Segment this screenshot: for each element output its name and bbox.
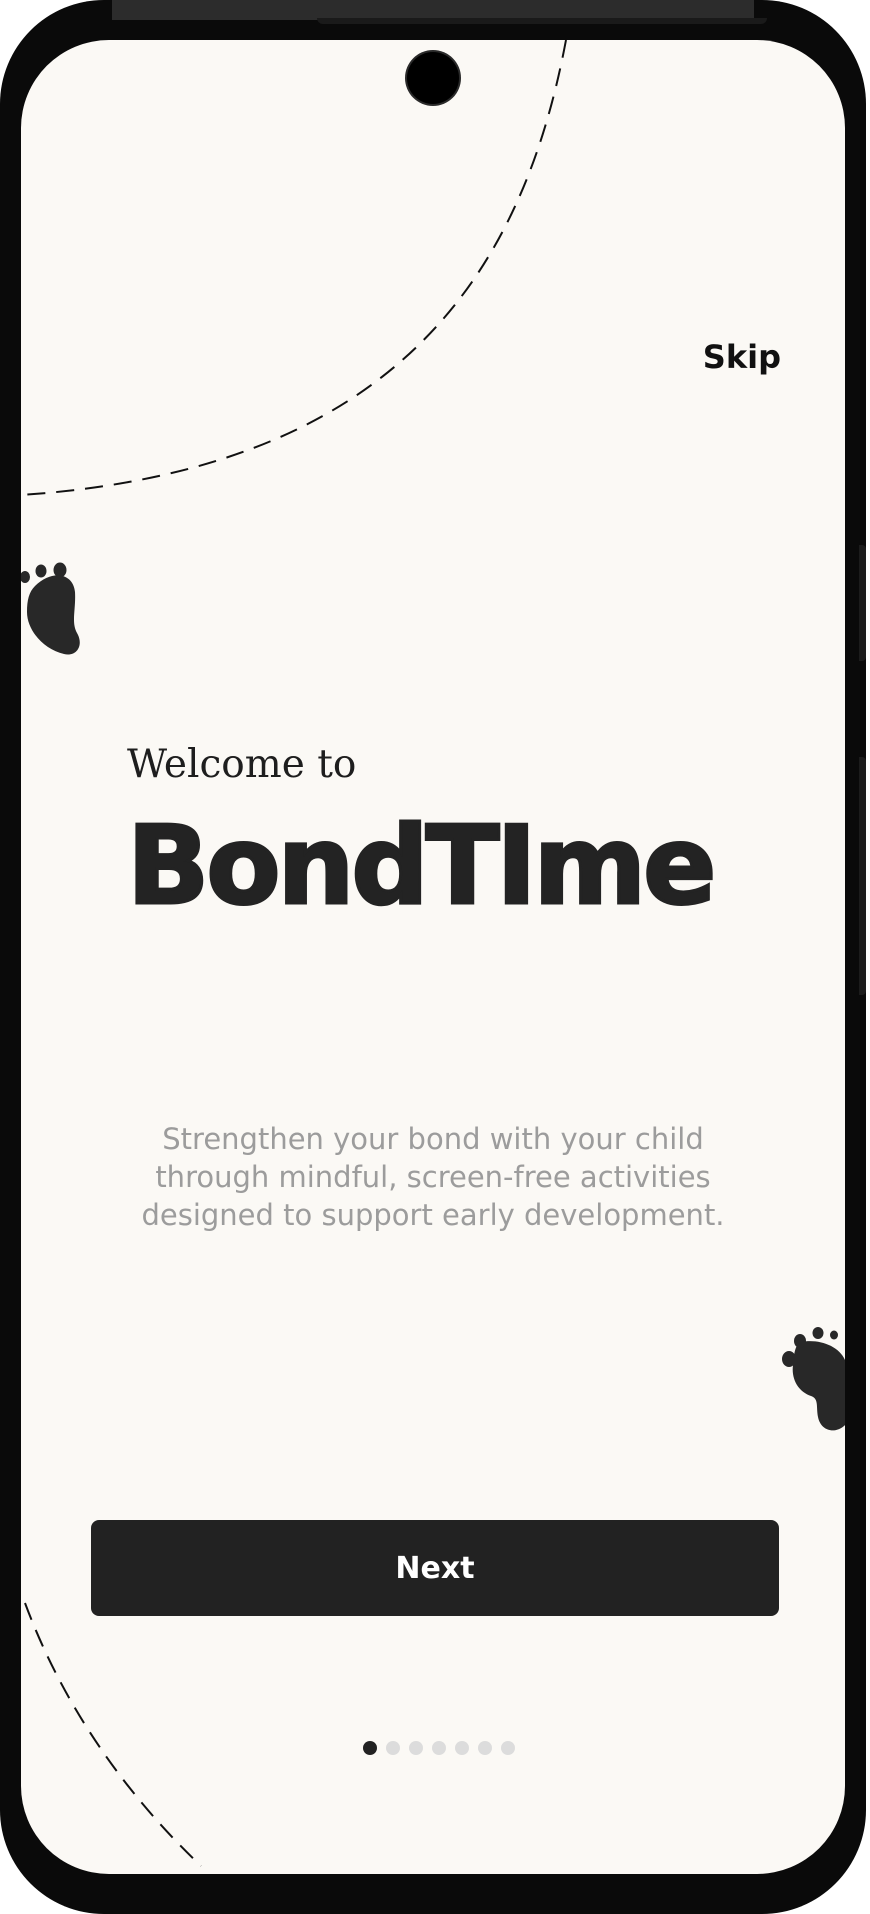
welcome-heading: Welcome to [127,742,357,787]
phone-frame: Skip Welcome to BondTIme Strengthen your… [0,0,866,1914]
power-button [859,545,866,661]
front-camera [407,52,459,104]
page-dot[interactable] [385,1741,400,1755]
footprint-icon [782,1327,845,1431]
page-dot[interactable] [431,1741,446,1755]
page-dot[interactable] [477,1741,492,1755]
next-button[interactable]: Next [91,1520,779,1616]
app-title: BondTIme [125,804,717,929]
phone-top-edge [112,0,767,24]
volume-button [859,757,866,995]
skip-button[interactable]: Skip [703,338,781,376]
page-dot[interactable] [454,1741,469,1755]
page-dot[interactable] [408,1741,423,1755]
onboarding-screen: Skip Welcome to BondTIme Strengthen your… [21,40,845,1874]
page-indicator [21,1741,845,1755]
dashed-curve-top [21,40,567,496]
page-dot[interactable] [500,1741,515,1755]
dashed-curve-bottom [24,1602,202,1867]
footprint-icon [21,562,80,655]
tagline: Strengthen your bond with your child thr… [141,1122,725,1232]
page-dot-active[interactable] [362,1741,377,1755]
